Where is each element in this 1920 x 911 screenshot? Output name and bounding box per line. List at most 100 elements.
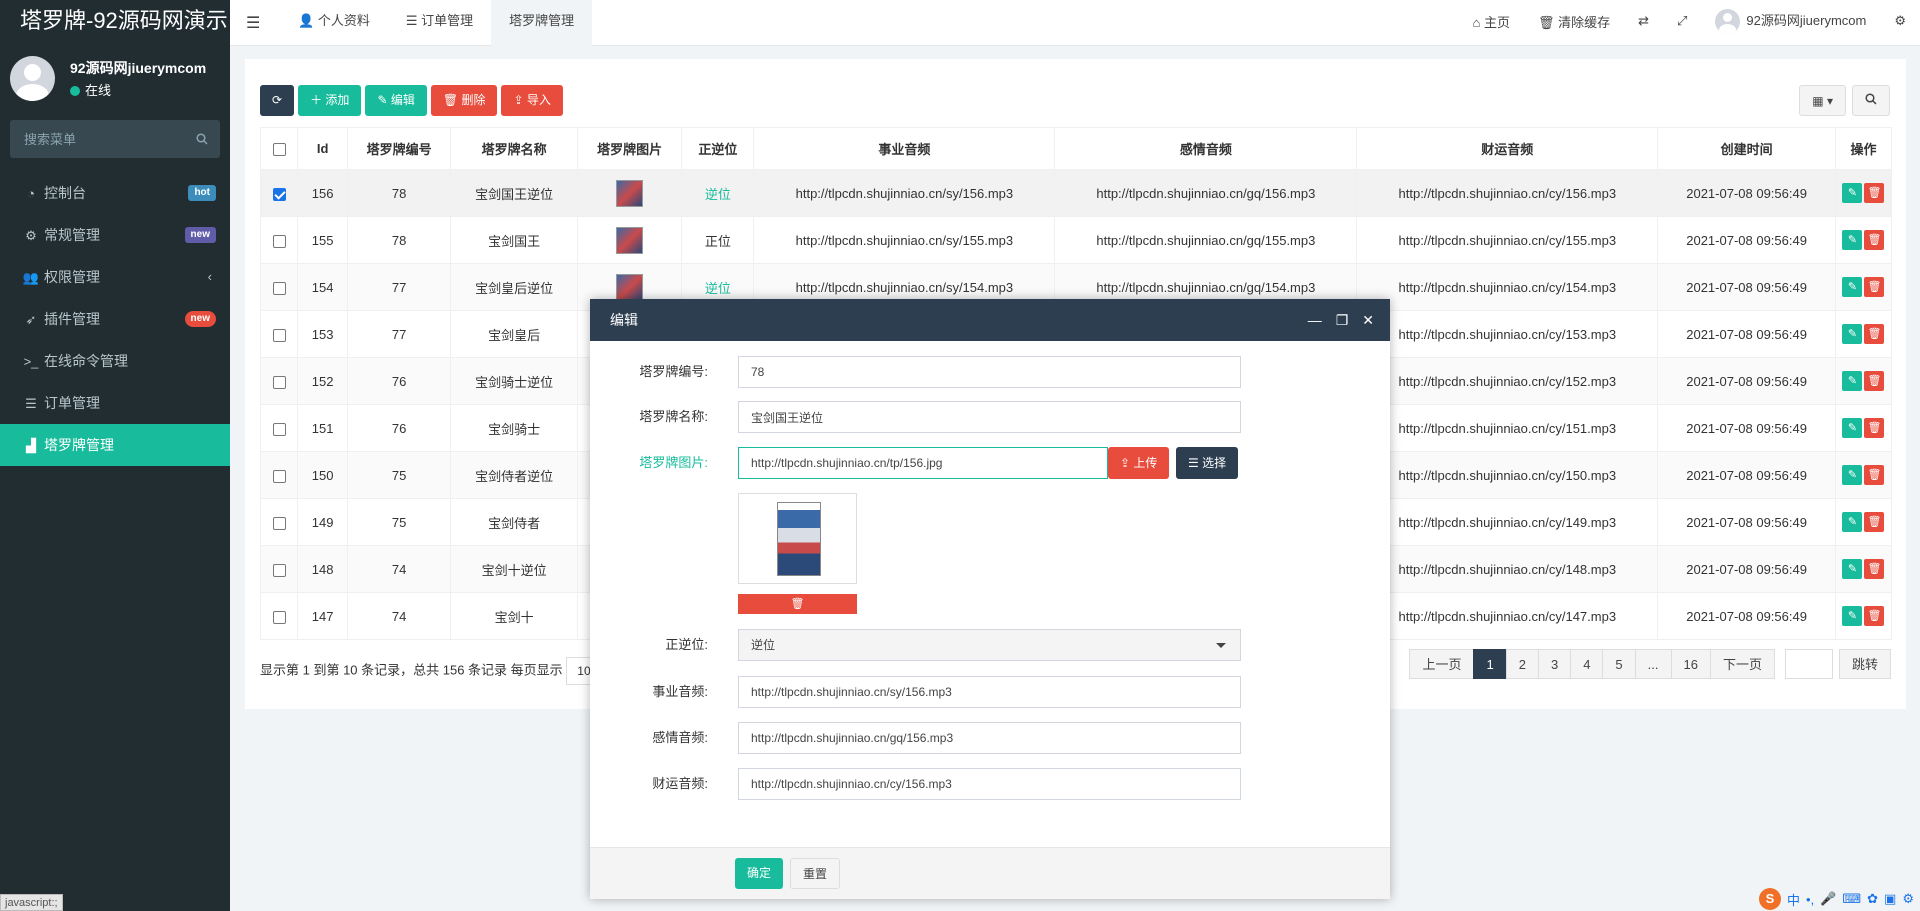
wealth-audio-cell[interactable]: http://tlpcdn.shujinniao.cn/cy/149.mp3	[1356, 498, 1659, 546]
page-button[interactable]: 4	[1570, 649, 1604, 679]
jump-button[interactable]: 跳转	[1838, 649, 1891, 679]
number-input[interactable]	[738, 356, 1241, 388]
column-header[interactable]: 事业音频	[753, 127, 1056, 170]
delete-row-button[interactable]: 🗑	[1864, 418, 1885, 438]
sidebar-item-1[interactable]: ⚙ 常规管理 new	[0, 214, 230, 256]
delete-row-button[interactable]: 🗑	[1864, 277, 1885, 297]
sidebar-item-4[interactable]: >_ 在线命令管理	[0, 340, 230, 382]
career-audio-cell[interactable]: http://tlpcdn.shujinniao.cn/sy/156.mp3	[753, 169, 1056, 217]
wealth-audio-input[interactable]	[738, 768, 1241, 800]
delete-row-button[interactable]: 🗑	[1864, 230, 1885, 250]
page-button[interactable]: ...	[1634, 649, 1672, 679]
ime-settings-icon[interactable]: ⚙	[1902, 891, 1914, 907]
ime-lang[interactable]: 中	[1787, 890, 1800, 909]
page-button[interactable]: 5	[1602, 649, 1636, 679]
close-icon[interactable]: ✕	[1362, 299, 1374, 341]
delete-row-button[interactable]: 🗑	[1864, 371, 1885, 391]
wealth-audio-cell[interactable]: http://tlpcdn.shujinniao.cn/cy/155.mp3	[1356, 216, 1659, 264]
minimize-icon[interactable]: —	[1308, 299, 1322, 341]
upload-button[interactable]: ⇪ 上传	[1108, 447, 1170, 479]
punctuation-icon[interactable]: •,	[1806, 892, 1814, 907]
wealth-audio-cell[interactable]: http://tlpcdn.shujinniao.cn/cy/152.mp3	[1356, 357, 1659, 405]
column-header[interactable]: 创建时间	[1657, 127, 1836, 170]
toolbox-icon[interactable]: ▣	[1884, 891, 1896, 907]
tarot-thumbnail[interactable]	[616, 179, 644, 207]
row-checkbox[interactable]	[272, 422, 286, 436]
home-link[interactable]: ⌂ 主页	[1458, 12, 1524, 31]
edit-row-button[interactable]: ✎	[1842, 230, 1863, 250]
delete-row-button[interactable]: 🗑	[1864, 559, 1885, 579]
edit-row-button[interactable]: ✎	[1842, 559, 1863, 579]
delete-button[interactable]: 🗑 删除	[430, 85, 498, 116]
fullscreen-icon[interactable]: ⤢	[1663, 13, 1701, 29]
maximize-icon[interactable]: ❐	[1336, 299, 1349, 341]
column-header[interactable]: 塔罗牌名称	[450, 127, 578, 170]
image-url-input[interactable]	[738, 447, 1108, 479]
select-all-checkbox[interactable]	[272, 143, 286, 157]
sidebar-toggle-icon[interactable]: ☰	[246, 13, 260, 33]
edit-row-button[interactable]: ✎	[1842, 183, 1863, 203]
row-checkbox[interactable]	[272, 610, 286, 624]
app-logo[interactable]: 塔罗牌-92源码网演示	[0, 0, 230, 42]
edit-row-button[interactable]: ✎	[1842, 277, 1863, 297]
wealth-audio-cell[interactable]: http://tlpcdn.shujinniao.cn/cy/154.mp3	[1356, 263, 1659, 311]
import-button[interactable]: ⇪ 导入	[501, 85, 563, 116]
microphone-icon[interactable]: 🎤	[1820, 891, 1836, 907]
refresh-button[interactable]: ⟳	[260, 85, 295, 116]
love-audio-cell[interactable]: http://tlpcdn.shujinniao.cn/gq/156.mp3	[1054, 169, 1358, 217]
sidebar-item-6[interactable]: ▟ 塔罗牌管理	[0, 424, 230, 466]
search-icon[interactable]	[196, 132, 208, 148]
page-button[interactable]: 1	[1473, 649, 1507, 679]
edit-row-button[interactable]: ✎	[1842, 606, 1863, 626]
reset-button[interactable]: 重置	[790, 858, 841, 889]
edit-row-button[interactable]: ✎	[1842, 512, 1863, 532]
column-header[interactable]: 塔罗牌图片	[576, 127, 683, 170]
delete-row-button[interactable]: 🗑	[1864, 606, 1885, 626]
column-header[interactable]: 正逆位	[681, 127, 755, 170]
tab-0[interactable]: 👤 个人资料	[280, 0, 388, 46]
choose-button[interactable]: ☰ 选择	[1176, 447, 1239, 479]
column-header[interactable]: 感情音频	[1054, 127, 1358, 170]
wealth-audio-cell[interactable]: http://tlpcdn.shujinniao.cn/cy/153.mp3	[1356, 310, 1659, 358]
row-checkbox[interactable]	[272, 563, 286, 577]
sidebar-item-2[interactable]: 👥 权限管理 ‹	[0, 256, 230, 298]
edit-row-button[interactable]: ✎	[1842, 418, 1863, 438]
tab-1[interactable]: ☰ 订单管理	[388, 0, 491, 46]
table-row[interactable]: 155 78 宝剑国王 正位 http://tlpcdn.shujinniao.cn/s…	[259, 216, 1893, 264]
columns-toggle-button[interactable]: ▦ ▾	[1799, 85, 1846, 116]
wealth-audio-cell[interactable]: http://tlpcdn.shujinniao.cn/cy/151.mp3	[1356, 404, 1659, 452]
table-row[interactable]: 156 78 宝剑国王逆位 逆位 http://tlpcdn.shujinniao.cn…	[259, 169, 1893, 217]
prev-page-button[interactable]: 上一页	[1409, 649, 1475, 679]
wealth-audio-cell[interactable]: http://tlpcdn.shujinniao.cn/cy/150.mp3	[1356, 451, 1659, 499]
sogou-logo-icon[interactable]: S	[1759, 888, 1781, 910]
jump-page-input[interactable]	[1784, 649, 1833, 679]
column-header[interactable]: 财运音频	[1356, 127, 1659, 170]
edit-button[interactable]: ✎ 编辑	[365, 85, 427, 116]
edit-row-button[interactable]: ✎	[1842, 465, 1863, 485]
row-checkbox[interactable]	[272, 516, 286, 530]
wealth-audio-cell[interactable]: http://tlpcdn.shujinniao.cn/cy/156.mp3	[1356, 169, 1659, 217]
position-select[interactable]: 逆位	[738, 629, 1241, 661]
clear-cache-link[interactable]: 🗑 清除缓存	[1524, 12, 1624, 31]
sidebar-item-3[interactable]: ➶ 插件管理 new	[0, 298, 230, 340]
delete-row-button[interactable]: 🗑	[1864, 465, 1885, 485]
name-input[interactable]	[738, 401, 1241, 433]
tarot-thumbnail[interactable]	[616, 273, 644, 301]
row-checkbox[interactable]	[272, 234, 286, 248]
career-audio-input[interactable]	[738, 676, 1241, 708]
menu-search-input[interactable]	[10, 120, 220, 158]
next-page-button[interactable]: 下一页	[1709, 649, 1775, 679]
delete-row-button[interactable]: 🗑	[1864, 183, 1885, 203]
skin-icon[interactable]: ✿	[1867, 891, 1878, 907]
user-menu[interactable]: 92源码网jiuerymcom	[1701, 8, 1880, 34]
row-checkbox[interactable]	[272, 469, 286, 483]
page-button[interactable]: 3	[1537, 649, 1572, 679]
love-audio-cell[interactable]: http://tlpcdn.shujinniao.cn/gq/155.mp3	[1054, 216, 1358, 264]
remove-image-button[interactable]: 🗑	[738, 594, 857, 614]
table-search-button[interactable]	[1852, 85, 1890, 116]
edit-row-button[interactable]: ✎	[1842, 324, 1863, 344]
language-icon[interactable]: ⇄	[1624, 13, 1663, 29]
add-button[interactable]: ＋ 添加	[298, 85, 362, 116]
edit-row-button[interactable]: ✎	[1842, 371, 1863, 391]
tarot-thumbnail[interactable]	[616, 226, 644, 254]
